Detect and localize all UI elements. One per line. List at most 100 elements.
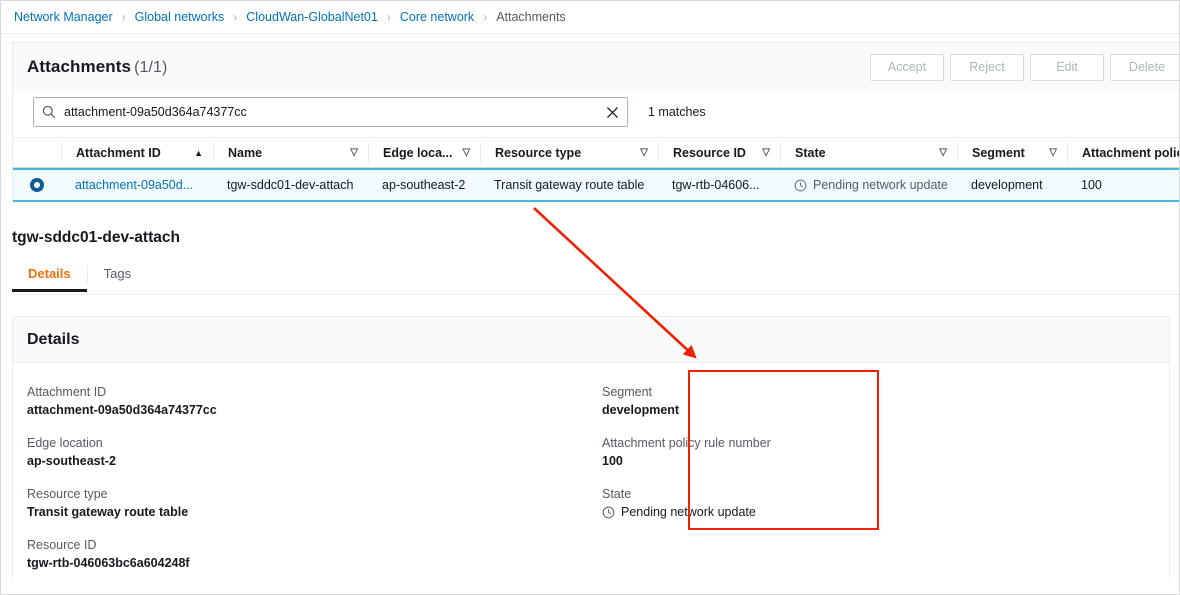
column-header-name[interactable]: Name ▽ (213, 143, 368, 163)
cell-edge-location: ap-southeast-2 (368, 170, 480, 200)
detail-title: tgw-sddc01-dev-attach (12, 229, 180, 247)
column-header-edge-location[interactable]: Edge loca... ▽ (368, 143, 480, 163)
delete-button[interactable]: Delete (1110, 54, 1180, 81)
breadcrumb-item-network-manager[interactable]: Network Manager (14, 10, 113, 24)
page-title: Attachments(1/1) (27, 57, 167, 77)
field-edge-location-label: Edge location (27, 436, 591, 450)
attachments-table-card: Attachments(1/1) Accept Reject Edit Dele… (12, 42, 1180, 202)
attachments-table-header: Attachments(1/1) Accept Reject Edit Dele… (13, 43, 1180, 91)
sort-ascending-icon: ▲ (194, 148, 203, 158)
status-badge: Pending network update (794, 178, 948, 192)
network-manager-attachments-page: Network Manager › Global networks › Clou… (0, 0, 1180, 595)
field-resource-id: Resource ID tgw-rtb-046063bc6a604248f (27, 538, 591, 570)
column-header-attachment-policy-label: Attachment policy (1082, 146, 1180, 160)
detail-tabs: Details Tags (12, 262, 1180, 295)
field-resource-type: Resource type Transit gateway route tabl… (27, 487, 591, 519)
field-attachment-id-label: Attachment ID (27, 385, 591, 399)
row-select-radio[interactable] (13, 170, 61, 200)
column-header-resource-type-label: Resource type (495, 146, 581, 160)
field-state-value-label: Pending network update (621, 505, 756, 519)
field-resource-type-label: Resource type (27, 487, 591, 501)
breadcrumb-separator-icon: › (483, 9, 487, 25)
field-resource-id-value: tgw-rtb-046063bc6a604248f (27, 556, 591, 570)
cell-segment: development (957, 170, 1067, 200)
status-badge-label: Pending network update (813, 178, 948, 192)
details-panel: Details Attachment ID attachment-09a50d3… (12, 316, 1170, 581)
attachment-id-link[interactable]: attachment-09a50d... (75, 178, 193, 192)
field-resource-id-label: Resource ID (27, 538, 591, 552)
field-segment-label: Segment (602, 385, 1169, 399)
cell-resource-id: tgw-rtb-04606... (658, 170, 780, 200)
page-title-text: Attachments (27, 57, 131, 76)
attachments-grid-header: Attachment ID ▲ Name ▽ Edge loca... ▽ Re… (13, 137, 1180, 168)
details-panel-header: Details (13, 317, 1169, 363)
tab-tags[interactable]: Tags (88, 262, 147, 291)
cell-state: Pending network update (780, 170, 957, 200)
breadcrumb-item-global-networks[interactable]: Global networks (135, 10, 225, 24)
clock-icon (602, 506, 615, 519)
accept-button[interactable]: Accept (870, 54, 944, 81)
column-header-resource-type[interactable]: Resource type ▽ (480, 143, 658, 163)
breadcrumb-item-core-network[interactable]: Core network (400, 10, 474, 24)
field-state-label: State (602, 487, 1169, 501)
column-header-segment[interactable]: Segment ▽ (957, 143, 1067, 163)
field-state-value: Pending network update (602, 505, 1169, 519)
attachments-grid: Attachment ID ▲ Name ▽ Edge loca... ▽ Re… (13, 137, 1180, 202)
close-icon[interactable] (606, 106, 619, 119)
sort-none-icon: ▽ (762, 147, 770, 158)
column-header-segment-label: Segment (972, 146, 1025, 160)
field-attachment-id-value: attachment-09a50d364a74377cc (27, 403, 591, 417)
cell-attachment-id: attachment-09a50d... (61, 170, 213, 200)
radio-selected-icon (30, 178, 44, 192)
table-filter-row: attachment-09a50d364a74377cc 1 matches (13, 91, 1180, 137)
sort-none-icon: ▽ (640, 147, 648, 158)
column-header-attachment-id[interactable]: Attachment ID ▲ (61, 143, 213, 163)
details-left-column: Attachment ID attachment-09a50d364a74377… (13, 385, 591, 589)
sort-none-icon: ▽ (350, 147, 358, 158)
field-edge-location: Edge location ap-southeast-2 (27, 436, 591, 468)
breadcrumb-separator-icon: › (122, 9, 126, 25)
column-header-attachment-policy[interactable]: Attachment policy (1067, 143, 1180, 163)
edit-button[interactable]: Edit (1030, 54, 1104, 81)
details-panel-body: Attachment ID attachment-09a50d364a74377… (13, 363, 1169, 589)
sort-none-icon: ▽ (1049, 147, 1057, 158)
column-header-name-label: Name (228, 146, 262, 160)
sort-none-icon: ▽ (462, 147, 470, 158)
table-row[interactable]: attachment-09a50d... tgw-sddc01-dev-atta… (13, 168, 1180, 202)
field-attachment-policy-rule-number: Attachment policy rule number 100 (602, 436, 1169, 468)
attachments-count: (1/1) (134, 59, 167, 76)
field-resource-type-value: Transit gateway route table (27, 505, 591, 519)
column-header-edge-location-label: Edge loca... (383, 146, 452, 160)
breadcrumb: Network Manager › Global networks › Clou… (1, 1, 1179, 34)
column-header-attachment-id-label: Attachment ID (76, 146, 161, 160)
details-right-column: Segment development Attachment policy ru… (591, 385, 1169, 589)
search-icon (42, 105, 56, 119)
field-segment-value: development (602, 403, 1169, 417)
field-attachment-id: Attachment ID attachment-09a50d364a74377… (27, 385, 591, 417)
breadcrumb-separator-icon: › (233, 9, 237, 25)
clock-icon (794, 179, 807, 192)
column-header-state-label: State (795, 146, 826, 160)
search-input[interactable]: attachment-09a50d364a74377cc (33, 97, 628, 127)
details-panel-title: Details (27, 331, 79, 349)
search-input-value: attachment-09a50d364a74377cc (64, 105, 600, 119)
field-attachment-policy-rule-number-value: 100 (602, 454, 1169, 468)
field-segment: Segment development (602, 385, 1169, 417)
column-header-select (13, 143, 61, 163)
search-matches-count: 1 matches (648, 105, 706, 119)
cell-attachment-policy: 100 (1067, 170, 1180, 200)
sort-none-icon: ▽ (939, 147, 947, 158)
column-header-state[interactable]: State ▽ (780, 143, 957, 163)
field-edge-location-value: ap-southeast-2 (27, 454, 591, 468)
cell-resource-type: Transit gateway route table (480, 170, 658, 200)
tab-details[interactable]: Details (12, 262, 87, 291)
reject-button[interactable]: Reject (950, 54, 1024, 81)
breadcrumb-item-attachments: Attachments (496, 10, 565, 24)
column-header-resource-id-label: Resource ID (673, 146, 746, 160)
cell-name: tgw-sddc01-dev-attach (213, 170, 368, 200)
field-attachment-policy-rule-number-label: Attachment policy rule number (602, 436, 1169, 450)
breadcrumb-item-cloudwan-globalnet01[interactable]: CloudWan-GlobalNet01 (246, 10, 378, 24)
column-header-resource-id[interactable]: Resource ID ▽ (658, 143, 780, 163)
field-state: State Pending network update (602, 487, 1169, 519)
table-actions: Accept Reject Edit Delete (870, 54, 1180, 81)
